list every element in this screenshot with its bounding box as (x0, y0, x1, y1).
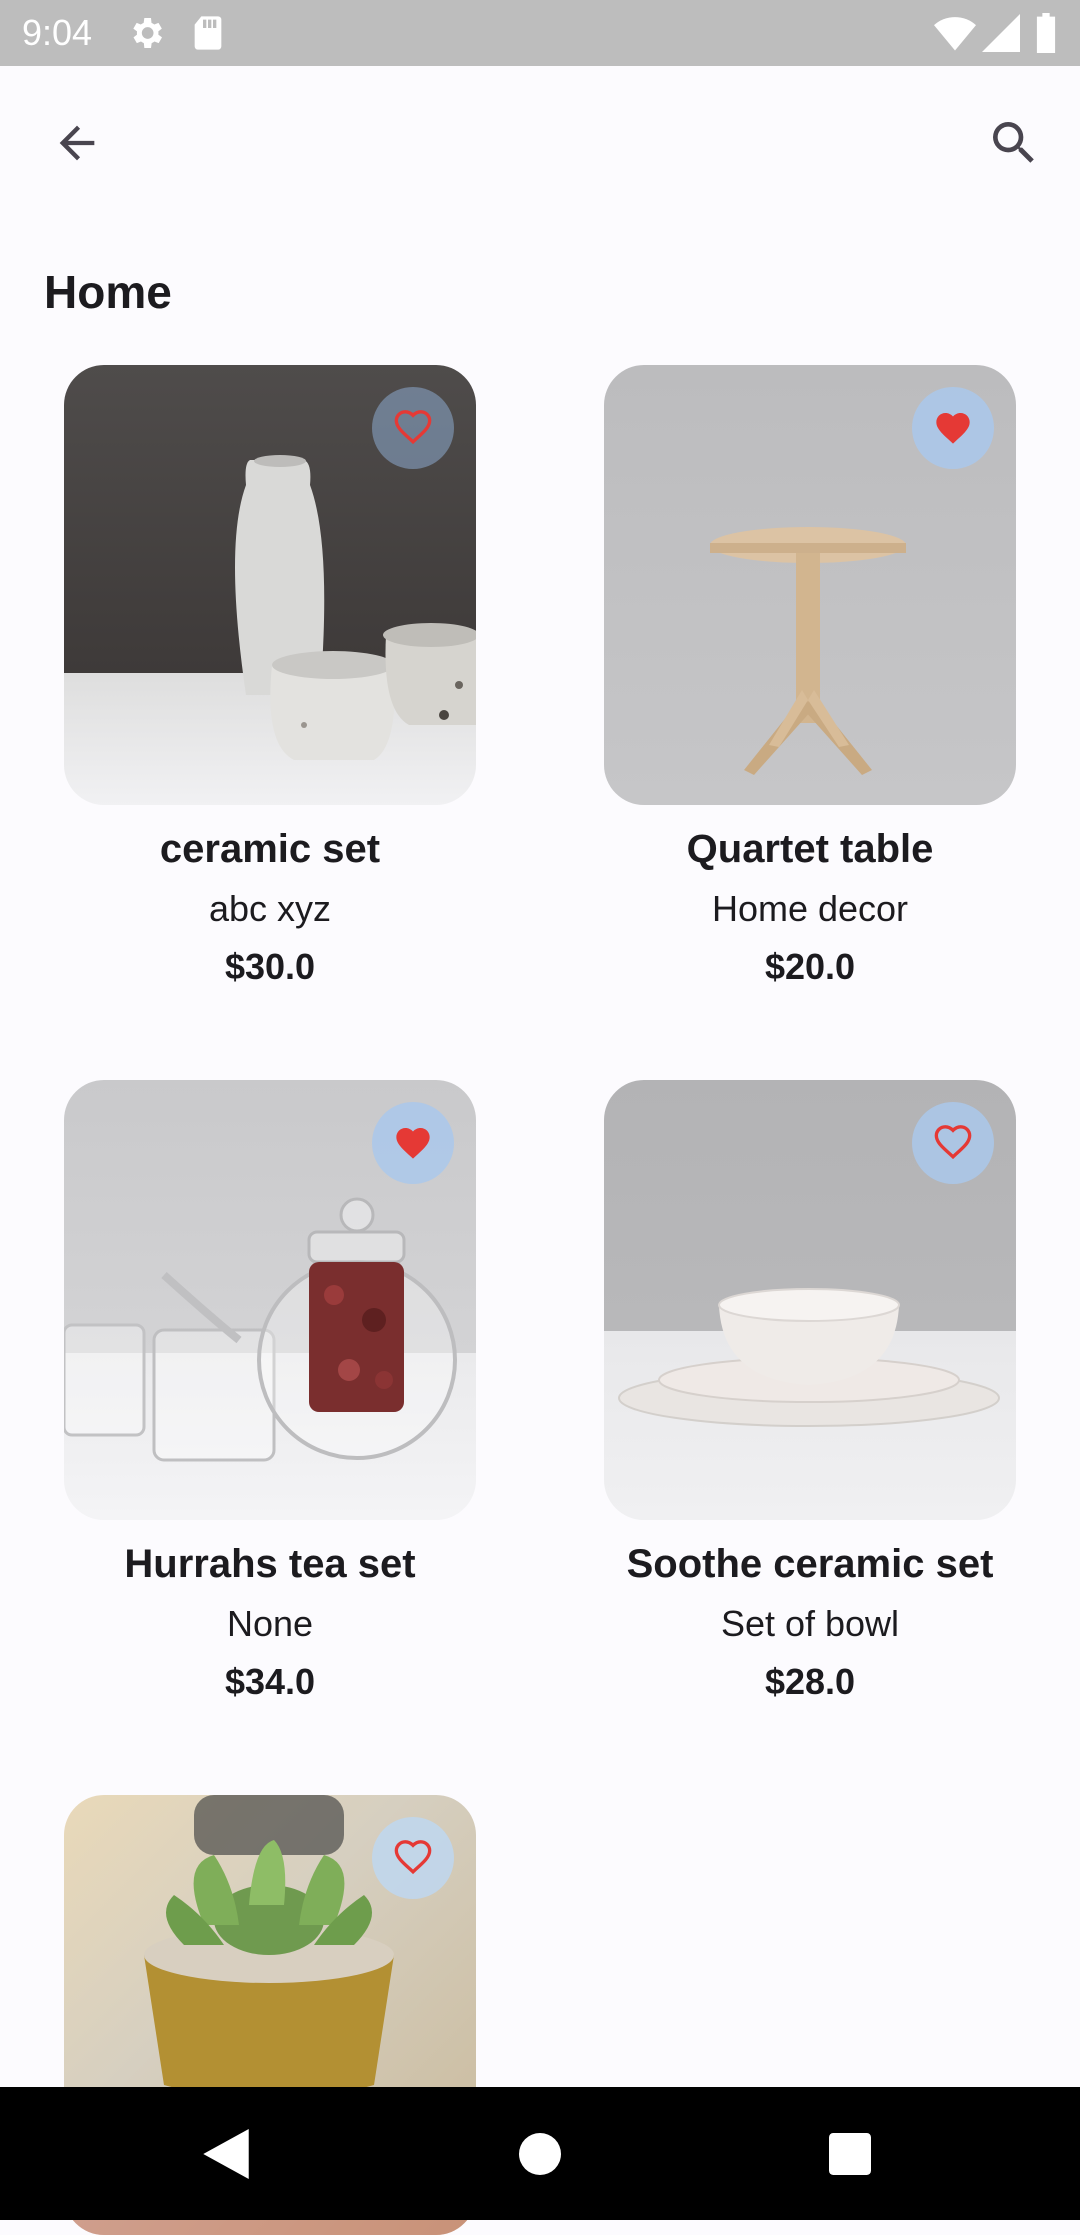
status-time: 9:04 (22, 12, 93, 53)
product-card[interactable]: Soothe ceramic set Set of bowl $28.0 (604, 1080, 1016, 1704)
product-description: abc xyz (208, 888, 332, 929)
product-description: None (226, 1603, 314, 1644)
favorite-button[interactable] (912, 387, 994, 469)
product-card[interactable]: Quartet table Home decor $20.0 (604, 365, 1016, 989)
product-image[interactable] (604, 365, 1016, 805)
nav-back-icon (203, 2129, 249, 2179)
product-price: $30.0 (224, 946, 316, 987)
heart-outline-icon (394, 410, 432, 445)
page-title: Home (44, 266, 172, 318)
product-card[interactable]: ceramic set abc xyz $30.0 (64, 365, 476, 989)
product-price: $20.0 (764, 946, 856, 987)
nav-back-button[interactable] (181, 2109, 271, 2199)
settings-icon (133, 18, 162, 48)
battery-icon (1036, 13, 1056, 53)
favorite-button[interactable] (372, 387, 454, 469)
wifi-icon (934, 17, 976, 51)
product-price: $34.0 (224, 1661, 316, 1702)
product-price: $28.0 (764, 1661, 856, 1702)
heart-filled-icon (936, 413, 970, 444)
sd-card-icon (194, 16, 222, 50)
product-name: Quartet table (686, 827, 934, 871)
product-description: Set of bowl (720, 1603, 900, 1644)
heart-outline-icon (934, 1125, 972, 1160)
product-description: Home decor (711, 888, 909, 929)
product-image[interactable] (64, 1080, 476, 1520)
product-name: ceramic set (159, 827, 381, 871)
cellular-signal-icon (982, 14, 1020, 52)
heart-filled-icon (396, 1128, 430, 1159)
nav-home-button[interactable] (495, 2109, 585, 2199)
arrow-back-icon (59, 125, 95, 161)
product-card[interactable]: Hurrahs tea set None $34.0 (64, 1080, 476, 1704)
heart-outline-icon (394, 1840, 432, 1875)
product-name: Soothe ceramic set (626, 1542, 994, 1586)
back-button[interactable] (29, 95, 125, 191)
search-button[interactable] (966, 95, 1062, 191)
favorite-button[interactable] (912, 1102, 994, 1184)
top-app-bar (0, 66, 1080, 218)
search-icon (993, 122, 1034, 163)
product-name: Hurrahs tea set (124, 1542, 416, 1586)
nav-home-icon (519, 2133, 561, 2175)
system-nav-bar (0, 2087, 1080, 2220)
product-image[interactable] (64, 365, 476, 805)
favorite-button[interactable] (372, 1102, 454, 1184)
favorite-button[interactable] (372, 1817, 454, 1899)
nav-recents-button[interactable] (805, 2109, 895, 2199)
status-bar: 9:04 (0, 0, 1080, 66)
nav-recents-icon (829, 2133, 871, 2175)
product-image[interactable] (604, 1080, 1016, 1520)
